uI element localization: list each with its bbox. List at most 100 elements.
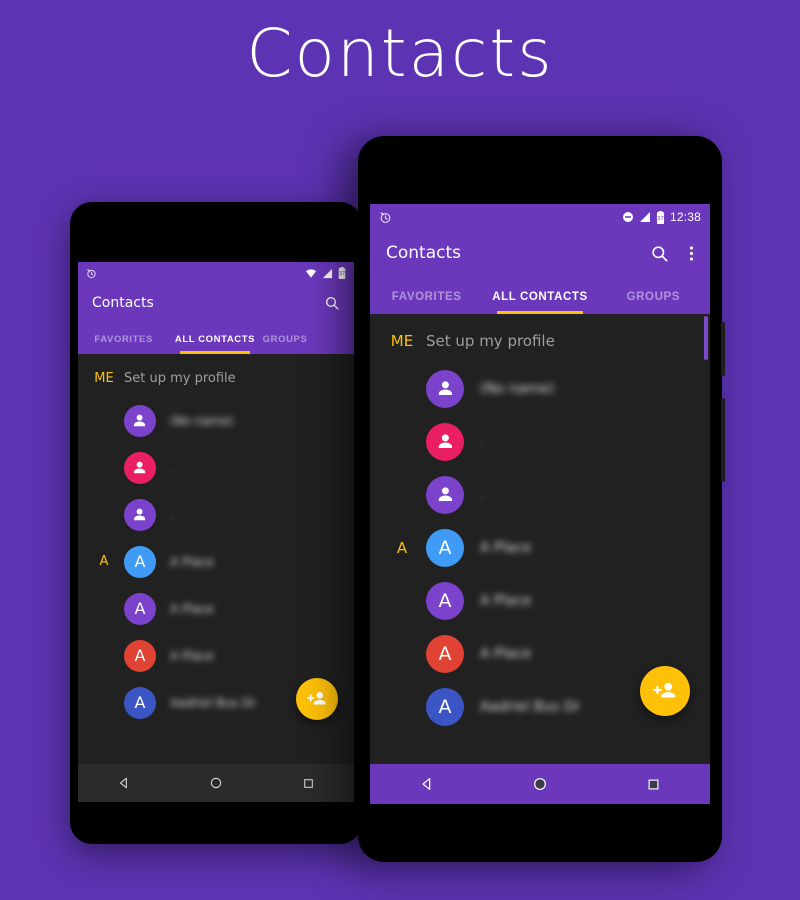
contact-row[interactable]: A A Place: [78, 585, 354, 632]
contact-row[interactable]: .: [370, 468, 710, 521]
person-icon: [134, 461, 146, 474]
search-icon[interactable]: [324, 295, 340, 311]
contact-name: A Place: [170, 648, 214, 663]
app-bar-title-front: Contacts: [386, 243, 461, 263]
home-circle-icon[interactable]: [209, 776, 223, 790]
phone-screen-back: 37 Contacts FAVORITES ALL CONTACTS GROUP…: [78, 262, 354, 802]
do-not-disturb-icon: [622, 211, 634, 223]
page-title: Contacts: [246, 15, 554, 92]
add-person-icon: [306, 692, 326, 705]
contact-avatar-placeholder[interactable]: [124, 451, 156, 484]
me-section-back[interactable]: ME Set up my profile: [78, 360, 354, 397]
phone-screen-front: 37 12:38 Contacts FAVORITES ALL CONTACTS…: [370, 204, 710, 804]
contact-list-front[interactable]: ME Set up my profile (No name).. A A A Plac…: [370, 314, 710, 764]
contact-avatar-initial[interactable]: A: [124, 639, 156, 672]
contact-name: A Place: [170, 554, 214, 569]
contact-avatar-initial[interactable]: A: [426, 581, 464, 620]
status-bar-front: 37 12:38: [370, 204, 710, 230]
volume-button[interactable]: [721, 398, 725, 482]
contact-row[interactable]: .: [78, 444, 354, 491]
person-icon: [438, 487, 452, 502]
recents-square-icon[interactable]: [646, 777, 661, 792]
person-icon: [134, 414, 146, 427]
tab-all-contacts-front[interactable]: ALL CONTACTS: [483, 291, 596, 314]
phone-device-back: 37 Contacts FAVORITES ALL CONTACTS GROUP…: [70, 202, 362, 844]
contact-avatar-initial[interactable]: A: [124, 545, 156, 578]
tab-all-contacts-back[interactable]: ALL CONTACTS: [169, 334, 260, 354]
back-triangle-icon[interactable]: [117, 776, 131, 790]
status-bar-clock: 12:38: [669, 210, 701, 224]
tab-groups-front[interactable]: GROUPS: [597, 291, 710, 314]
contact-name: .: [170, 507, 174, 522]
contact-avatar-initial[interactable]: A: [124, 592, 156, 625]
person-icon: [438, 434, 452, 449]
section-index-letter: A: [99, 554, 109, 569]
me-section-letter-front: ME: [390, 332, 414, 350]
battery-level-front: 37: [657, 215, 664, 221]
battery-level-back: 37: [339, 271, 345, 277]
me-section-letter-back: ME: [94, 371, 114, 386]
recents-square-icon[interactable]: [302, 777, 315, 790]
tab-bar-front: FAVORITES ALL CONTACTS GROUPS: [370, 276, 710, 314]
add-contact-fab-back[interactable]: [296, 678, 338, 720]
contact-row[interactable]: .: [78, 491, 354, 538]
battery-icon: 37: [338, 267, 346, 279]
tab-favorites-back[interactable]: FAVORITES: [78, 334, 169, 354]
section-index-letter: A: [396, 538, 408, 557]
contact-avatar-placeholder[interactable]: [124, 498, 156, 531]
add-person-icon: [653, 682, 676, 698]
list-scrollbar-front[interactable]: [704, 316, 708, 360]
wifi-icon: [305, 268, 317, 279]
person-icon: [134, 508, 146, 521]
tab-groups-back[interactable]: GROUPS: [261, 334, 354, 354]
contact-name: .: [170, 460, 174, 475]
contact-avatar-initial[interactable]: A: [426, 687, 464, 726]
contact-avatar-placeholder[interactable]: [124, 404, 156, 437]
contact-avatar-placeholder[interactable]: [426, 422, 464, 461]
signal-icon: [639, 211, 651, 223]
battery-icon: 37: [656, 210, 665, 224]
status-bar-back: 37: [78, 262, 354, 284]
overflow-menu-icon[interactable]: [689, 244, 694, 263]
contact-name: A Place: [170, 601, 214, 616]
setup-profile-label-back: Set up my profile: [124, 371, 236, 386]
contact-name: A Place: [480, 539, 532, 556]
tab-favorites-front[interactable]: FAVORITES: [370, 291, 483, 314]
contact-row[interactable]: (No name): [78, 397, 354, 444]
app-bar-back: Contacts: [78, 284, 354, 322]
contact-avatar-initial[interactable]: A: [426, 528, 464, 567]
contact-avatar-placeholder[interactable]: [426, 369, 464, 408]
tab-all-contacts-label-back: ALL CONTACTS: [174, 334, 256, 345]
contact-avatar-initial[interactable]: A: [426, 634, 464, 673]
app-bar-title-back: Contacts: [92, 295, 154, 311]
contact-avatar-placeholder[interactable]: [426, 475, 464, 514]
contact-name: A Place: [480, 645, 532, 662]
navigation-bar-back: [78, 764, 354, 802]
add-contact-fab-front[interactable]: [640, 666, 690, 716]
navigation-bar-front: [370, 764, 710, 804]
phone-device-front: 37 12:38 Contacts FAVORITES ALL CONTACTS…: [358, 136, 725, 862]
app-bar-front: Contacts: [370, 230, 710, 276]
home-circle-icon[interactable]: [532, 776, 548, 792]
contact-name: A Place: [480, 592, 532, 609]
contact-list-back[interactable]: ME Set up my profile (No name).. A A A Plac…: [78, 354, 354, 764]
back-triangle-icon[interactable]: [419, 776, 435, 792]
setup-profile-label-front: Set up my profile: [426, 332, 555, 350]
contact-avatar-initial[interactable]: A: [124, 686, 156, 719]
me-section-front[interactable]: ME Set up my profile: [370, 320, 710, 362]
tab-all-contacts-label-front: ALL CONTACTS: [492, 291, 588, 303]
contact-row[interactable]: .: [370, 415, 710, 468]
power-button[interactable]: [721, 322, 725, 376]
contact-row[interactable]: AA A Place: [370, 521, 710, 574]
contact-row[interactable]: AA A Place: [78, 538, 354, 585]
person-icon: [438, 381, 452, 396]
contact-name: (No name): [480, 380, 555, 397]
alarm-icon: [86, 268, 97, 279]
contact-row[interactable]: (No name): [370, 362, 710, 415]
contact-name: Aadriel Bus Dr: [480, 698, 581, 715]
search-icon[interactable]: [650, 244, 669, 263]
contact-name: (No name): [170, 413, 234, 428]
contact-row[interactable]: A A Place: [78, 632, 354, 679]
contact-row[interactable]: A A Place: [370, 574, 710, 627]
contact-name: .: [480, 433, 485, 450]
